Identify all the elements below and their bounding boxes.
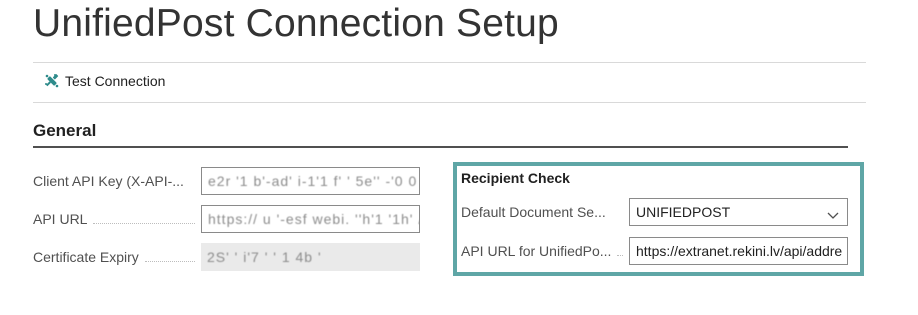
api-url-unifiedpost-label-text: API URL for UnifiedPo... — [461, 243, 612, 259]
client-api-key-label: Client API Key (X-API-... — [33, 173, 195, 189]
label-dots — [617, 246, 623, 256]
label-dots — [144, 252, 195, 262]
api-url-label: API URL — [33, 211, 195, 227]
certificate-expiry-value-box: 2S' ' i'7 ' ' 1 4b ' — [201, 243, 420, 271]
default-document-sending-select[interactable]: UNIFIEDPOST — [629, 198, 848, 226]
recipient-check-title: Recipient Check — [461, 170, 570, 186]
page-title: UnifiedPost Connection Setup — [33, 2, 559, 45]
api-url-value: https:// u '-esf webi. ''h'1 '1h' /v — [208, 211, 420, 227]
label-dots — [93, 214, 195, 224]
certificate-expiry-label-text: Certificate Expiry — [33, 249, 139, 265]
test-connection-label: Test Connection — [65, 73, 166, 89]
page: UnifiedPost Connection Setup Test Connec — [0, 0, 918, 315]
chevron-down-icon — [827, 207, 839, 223]
api-url-unifiedpost-field[interactable]: https://extranet.rekini.lv/api/addre — [629, 237, 848, 265]
default-document-sending-value: UNIFIEDPOST — [636, 204, 731, 220]
plug-icon — [43, 72, 61, 90]
client-api-key-label-text: Client API Key (X-API-... — [33, 173, 184, 189]
api-url-field[interactable]: https:// u '-esf webi. ''h'1 '1h' /v — [201, 205, 420, 233]
api-url-unifiedpost-label: API URL for UnifiedPo... — [461, 243, 623, 259]
client-api-key-value: e2r '1 b'-ad' i-1'1 f' ' 5e'' -'0 0 — [208, 173, 418, 189]
client-api-key-field[interactable]: e2r '1 b'-ad' i-1'1 f' ' 5e'' -'0 0 — [201, 167, 420, 195]
section-title-general: General — [33, 121, 97, 140]
api-url-label-text: API URL — [33, 211, 88, 227]
test-connection-button[interactable]: Test Connection — [43, 72, 165, 90]
default-document-sending-label-text: Default Document Se... — [461, 204, 606, 220]
certificate-expiry-label: Certificate Expiry — [33, 249, 195, 265]
api-url-unifiedpost-value: https://extranet.rekini.lv/api/addre — [636, 243, 843, 259]
section-divider — [33, 146, 848, 148]
default-document-sending-label: Default Document Se... — [461, 204, 623, 220]
certificate-expiry-value: 2S' ' i'7 ' ' 1 4b ' — [207, 249, 322, 265]
action-bar: Test Connection — [33, 62, 866, 103]
